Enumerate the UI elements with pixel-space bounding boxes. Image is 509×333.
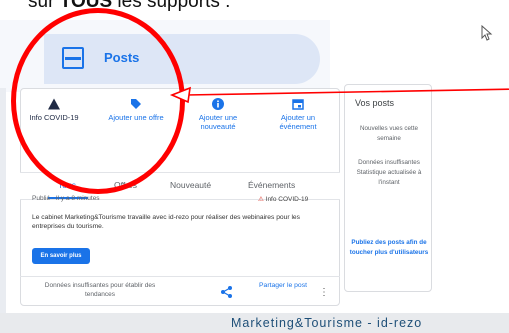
post-meta: Publié · Il y a 8 minutes <box>32 195 100 202</box>
heading-prefix: sur <box>28 0 60 12</box>
mouse-pointer-icon <box>481 25 493 41</box>
annotation-arrow-icon <box>169 86 509 104</box>
stats-label: Nouvelles vues cette semaine <box>359 125 419 142</box>
share-post-link[interactable]: Partager le post <box>258 281 308 290</box>
covid-badge: ⚠ Info COVID-19 <box>258 195 308 203</box>
page-heading: sur TOUS les supports : <box>28 0 230 13</box>
post-text: Le cabinet Marketing&Tourisme travaille … <box>32 214 300 230</box>
more-vert-icon[interactable]: ⋮ <box>319 287 329 298</box>
banner-text: Marketing&Tourisme - id-rezo <box>231 316 423 330</box>
publish-cta-link[interactable]: Publiez des posts afin de toucher plus d… <box>348 238 430 258</box>
warning-icon: ⚠ <box>258 196 266 203</box>
tab-events[interactable]: Événements <box>248 180 295 190</box>
share-icon[interactable] <box>221 286 232 298</box>
covid-badge-label: Info COVID-19 <box>265 196 309 203</box>
annotation-circle <box>11 8 185 194</box>
heading-suffix: les supports : <box>112 0 231 12</box>
tab-news[interactable]: Nouveauté <box>170 180 211 190</box>
stats-value: Données insuffisantes Statistique actual… <box>356 159 422 186</box>
insufficient-data-text: Données insuffisantes pour établir des t… <box>44 282 156 298</box>
left-panel-edge <box>0 88 6 313</box>
learn-more-button[interactable]: En savoir plus <box>32 248 90 264</box>
